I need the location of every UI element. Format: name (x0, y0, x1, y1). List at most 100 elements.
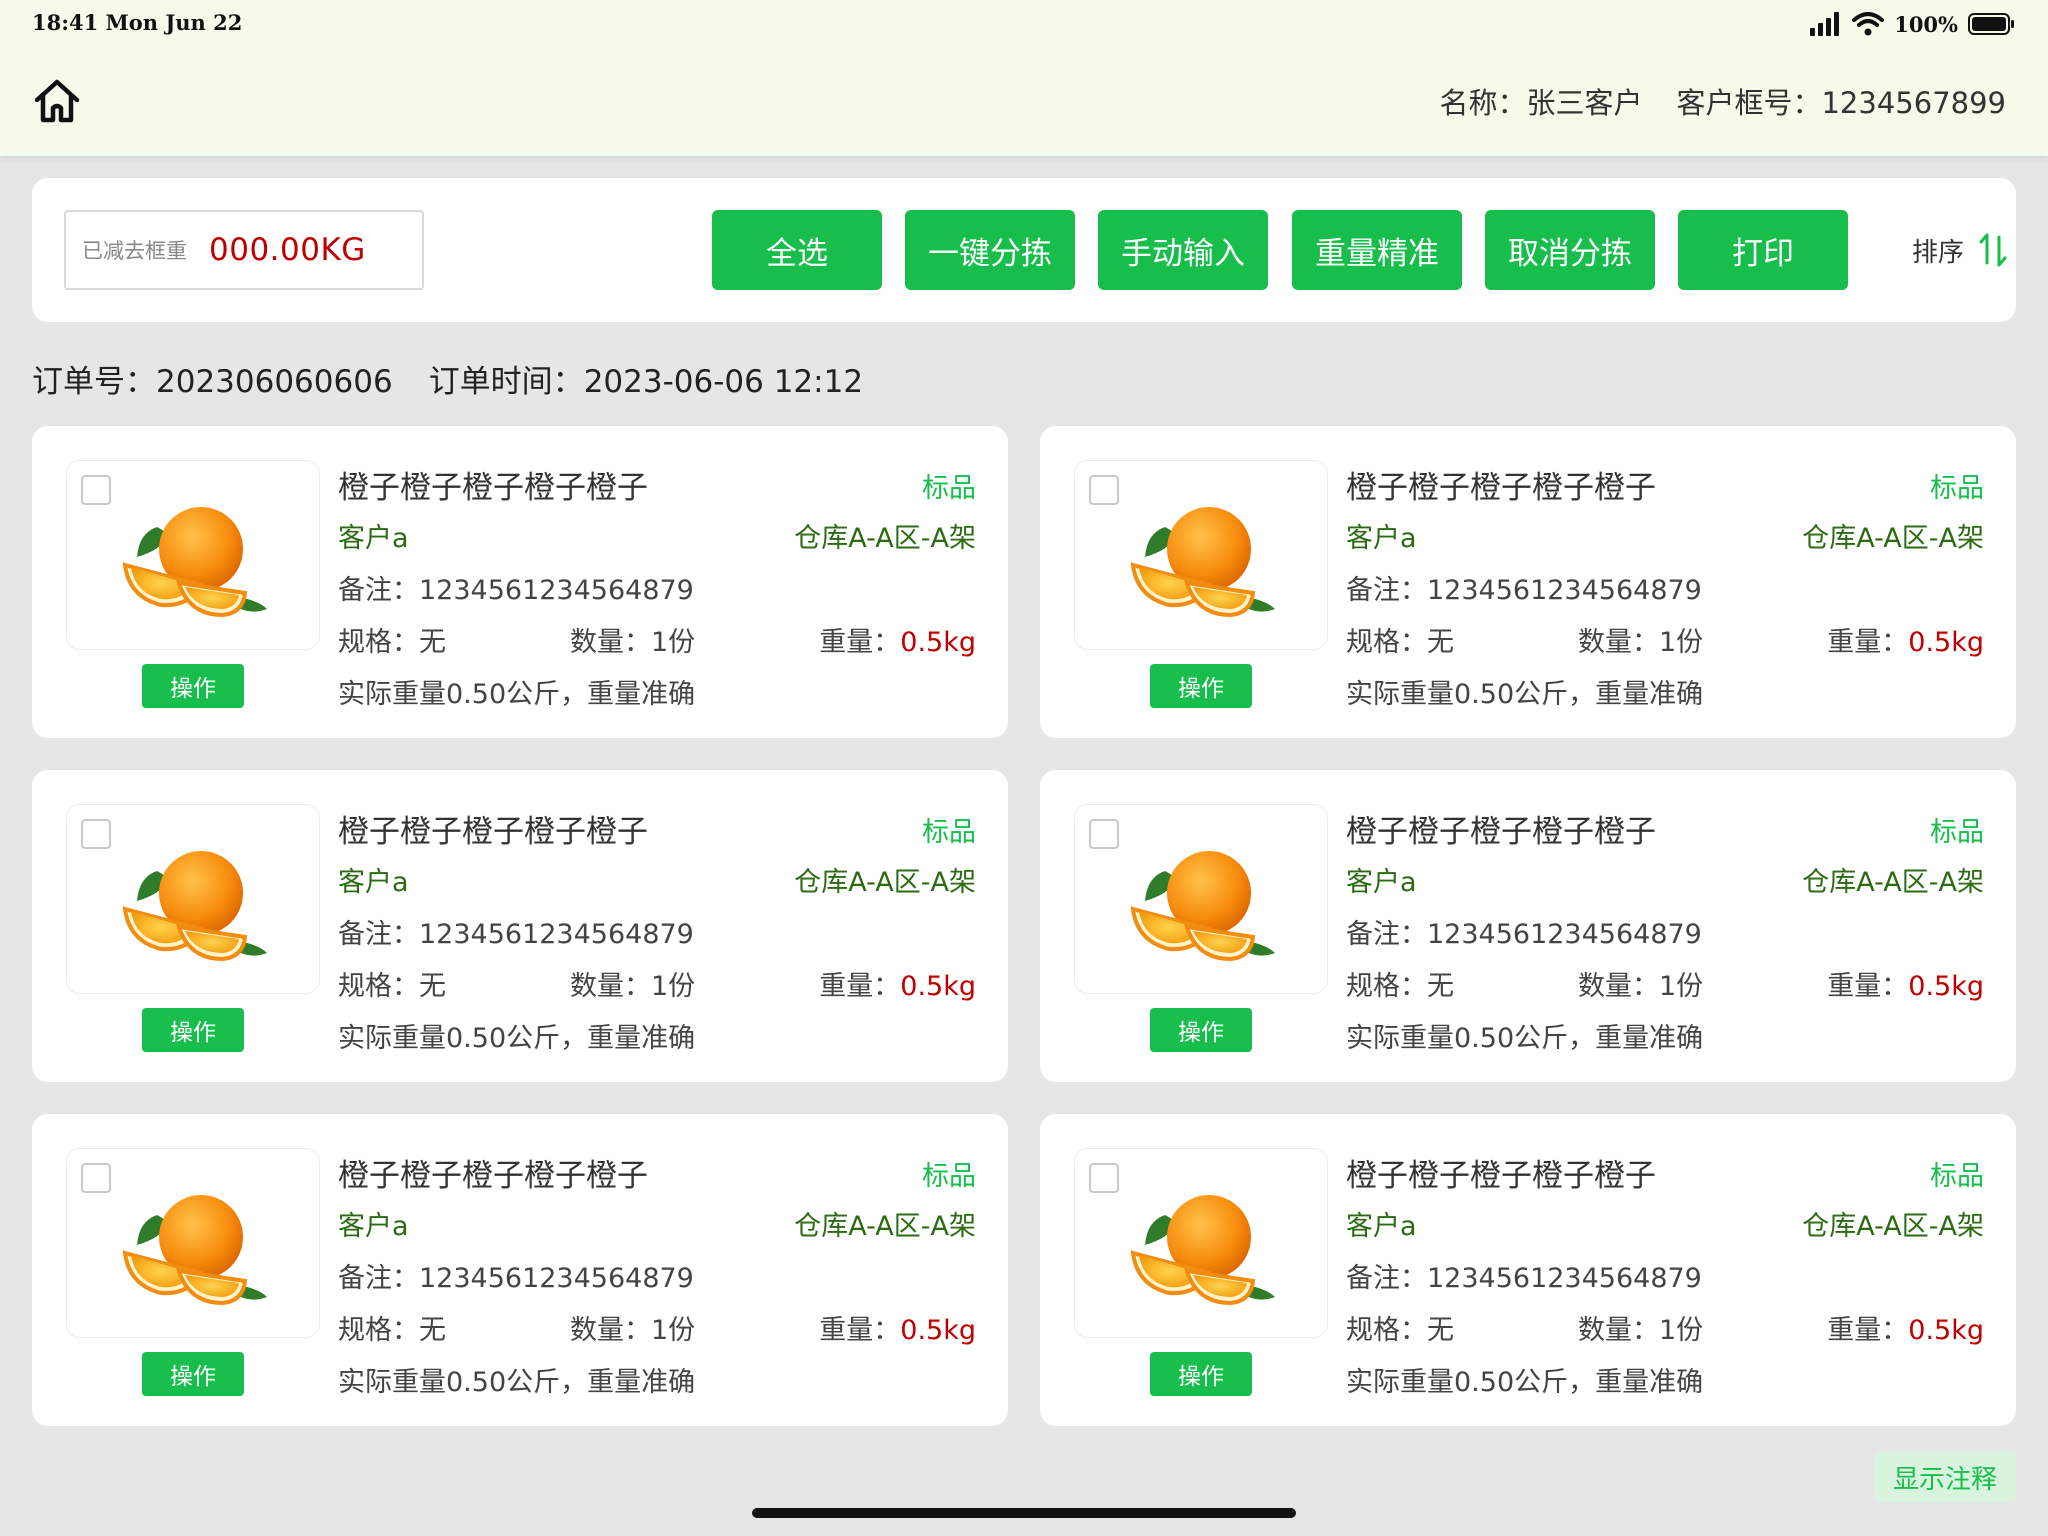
product-card[interactable]: 操作 橙子橙子橙子橙子橙子 标品 客户a 仓库A-A区-A架 备注：123456… (32, 426, 1008, 738)
header-bar: 18:41 Mon Jun 22 100% 名称：张三客户 客户框号：12345… (0, 0, 2048, 156)
item-checkbox[interactable] (81, 475, 111, 505)
product-note: 备注：1234561234564879 (1346, 1263, 1702, 1294)
product-spec: 规格：无 (1346, 971, 1454, 1002)
product-tag: 标品 (1930, 1161, 1984, 1192)
order-time: 订单时间：2023-06-06 12:12 (428, 364, 864, 400)
product-quantity: 数量：1份 (570, 1315, 696, 1346)
product-location: 仓库A-A区-A架 (794, 867, 976, 898)
product-customer: 客户a (1346, 523, 1417, 554)
signal-icon (1810, 12, 1840, 36)
product-weight: 重量：0.5kg (1827, 627, 1984, 658)
item-checkbox[interactable] (81, 819, 111, 849)
product-title: 橙子橙子橙子橙子橙子 (338, 814, 648, 850)
order-info: 订单号：202306060606 订单时间：2023-06-06 12:12 (32, 356, 863, 401)
product-thumbnail (1074, 804, 1328, 994)
show-annotation-button[interactable]: 显示注释 (1874, 1452, 2016, 1502)
product-title: 橙子橙子橙子橙子橙子 (1346, 814, 1656, 850)
customer-name: 名称：张三客户 (1439, 86, 1643, 120)
frame-weight-value: 000.00KG (209, 232, 366, 268)
one-click-sort-button[interactable]: 一键分拣 (905, 210, 1075, 290)
customer-info: 名称：张三客户 客户框号：1234567899 (1439, 80, 2006, 122)
product-tag: 标品 (922, 817, 976, 848)
product-location: 仓库A-A区-A架 (1802, 523, 1984, 554)
product-location: 仓库A-A区-A架 (794, 1211, 976, 1242)
sort-control[interactable]: 排序 (1912, 228, 2008, 272)
product-thumbnail (66, 804, 320, 994)
product-card[interactable]: 操作 橙子橙子橙子橙子橙子 标品 客户a 仓库A-A区-A架 备注：123456… (1040, 770, 2016, 1082)
orange-image (119, 1185, 269, 1309)
operate-button[interactable]: 操作 (142, 1008, 244, 1052)
product-card[interactable]: 操作 橙子橙子橙子橙子橙子 标品 客户a 仓库A-A区-A架 备注：123456… (32, 770, 1008, 1082)
product-actual-weight: 实际重量0.50公斤，重量准确 (1346, 1367, 1704, 1398)
frame-weight-label: 已减去框重 (82, 239, 187, 263)
weight-precise-button[interactable]: 重量精准 (1292, 210, 1462, 290)
sort-icon[interactable] (1978, 233, 2008, 267)
orange-image (119, 497, 269, 621)
operate-button[interactable]: 操作 (1150, 1008, 1252, 1052)
product-spec: 规格：无 (338, 971, 446, 1002)
product-note: 备注：1234561234564879 (1346, 575, 1702, 606)
item-checkbox[interactable] (1089, 819, 1119, 849)
battery-percent: 100% (1894, 11, 1958, 37)
product-note: 备注：1234561234564879 (1346, 919, 1702, 950)
product-customer: 客户a (338, 867, 409, 898)
sort-label: 排序 (1912, 237, 1965, 268)
select-all-button[interactable]: 全选 (712, 210, 882, 290)
order-number: 订单号：202306060606 (32, 364, 393, 400)
item-checkbox[interactable] (1089, 475, 1119, 505)
product-quantity: 数量：1份 (1578, 971, 1704, 1002)
product-card[interactable]: 操作 橙子橙子橙子橙子橙子 标品 客户a 仓库A-A区-A架 备注：123456… (1040, 426, 2016, 738)
orange-image (119, 841, 269, 965)
product-customer: 客户a (338, 523, 409, 554)
orange-image (1127, 1185, 1277, 1309)
operate-button[interactable]: 操作 (1150, 1352, 1252, 1396)
orange-image (1127, 841, 1277, 965)
product-note: 备注：1234561234564879 (338, 1263, 694, 1294)
product-actual-weight: 实际重量0.50公斤，重量准确 (1346, 679, 1704, 710)
product-quantity: 数量：1份 (570, 971, 696, 1002)
product-spec: 规格：无 (338, 1315, 446, 1346)
operate-button[interactable]: 操作 (1150, 664, 1252, 708)
product-location: 仓库A-A区-A架 (1802, 867, 1984, 898)
product-thumbnail (66, 460, 320, 650)
product-customer: 客户a (338, 1211, 409, 1242)
status-icons: 100% (1810, 8, 2016, 40)
operate-button[interactable]: 操作 (142, 664, 244, 708)
product-spec: 规格：无 (1346, 1315, 1454, 1346)
product-card[interactable]: 操作 橙子橙子橙子橙子橙子 标品 客户a 仓库A-A区-A架 备注：123456… (32, 1114, 1008, 1426)
product-customer: 客户a (1346, 867, 1417, 898)
product-title: 橙子橙子橙子橙子橙子 (1346, 1158, 1656, 1194)
manual-input-button[interactable]: 手动输入 (1098, 210, 1268, 290)
cancel-sort-button[interactable]: 取消分拣 (1485, 210, 1655, 290)
product-actual-weight: 实际重量0.50公斤，重量准确 (338, 1367, 696, 1398)
product-location: 仓库A-A区-A架 (794, 523, 976, 554)
home-icon[interactable] (32, 76, 82, 126)
print-button[interactable]: 打印 (1678, 210, 1848, 290)
product-tag: 标品 (1930, 473, 1984, 504)
status-time: 18:41 Mon Jun 22 (32, 10, 243, 35)
product-thumbnail (66, 1148, 320, 1338)
product-title: 橙子橙子橙子橙子橙子 (338, 1158, 648, 1194)
product-actual-weight: 实际重量0.50公斤，重量准确 (1346, 1023, 1704, 1054)
product-weight: 重量：0.5kg (819, 1315, 976, 1346)
product-weight: 重量：0.5kg (1827, 1315, 1984, 1346)
product-thumbnail (1074, 1148, 1328, 1338)
product-note: 备注：1234561234564879 (338, 919, 694, 950)
operate-button[interactable]: 操作 (142, 1352, 244, 1396)
product-thumbnail (1074, 460, 1328, 650)
product-actual-weight: 实际重量0.50公斤，重量准确 (338, 1023, 696, 1054)
item-checkbox[interactable] (1089, 1163, 1119, 1193)
product-quantity: 数量：1份 (1578, 627, 1704, 658)
product-weight: 重量：0.5kg (819, 627, 976, 658)
product-location: 仓库A-A区-A架 (1802, 1211, 1984, 1242)
product-tag: 标品 (922, 473, 976, 504)
home-indicator[interactable] (752, 1508, 1296, 1518)
product-note: 备注：1234561234564879 (338, 575, 694, 606)
product-customer: 客户a (1346, 1211, 1417, 1242)
product-card[interactable]: 操作 橙子橙子橙子橙子橙子 标品 客户a 仓库A-A区-A架 备注：123456… (1040, 1114, 2016, 1426)
product-tag: 标品 (922, 1161, 976, 1192)
product-spec: 规格：无 (338, 627, 446, 658)
wifi-icon (1852, 12, 1885, 36)
item-checkbox[interactable] (81, 1163, 111, 1193)
toolbar: 已减去框重 000.00KG 全选 一键分拣 手动输入 重量精准 取消分拣 打印… (32, 178, 2016, 322)
